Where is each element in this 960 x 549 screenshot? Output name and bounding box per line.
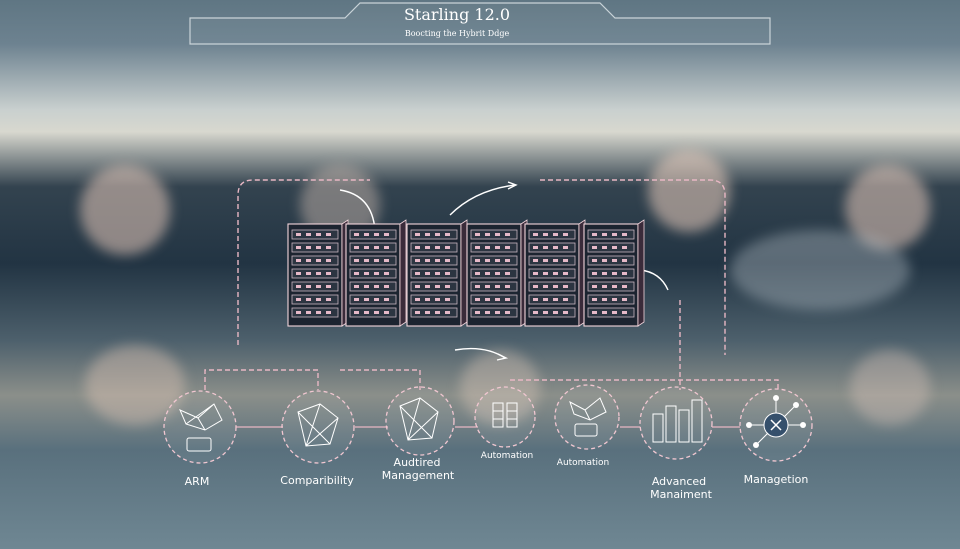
header-banner: Starling 12.0 Boocting the Hybrit Ddge xyxy=(189,2,771,45)
node-automation-1: Automation xyxy=(474,386,536,461)
server-rack xyxy=(583,219,645,327)
node-label: ARM xyxy=(185,475,210,488)
node-managetion: Managetion xyxy=(739,388,813,486)
page-subtitle: Boocting the Hybrit Ddge xyxy=(405,29,510,38)
diagram-canvas: Starling 12.0 Boocting the Hybrit Ddge A… xyxy=(163,2,813,501)
server-rack xyxy=(345,219,407,327)
node-label: Automation xyxy=(557,458,609,468)
node-label-line1: Advanced xyxy=(652,475,706,488)
node-automation-2: Automation xyxy=(554,384,620,468)
server-rack-array xyxy=(287,219,645,327)
server-rack xyxy=(406,219,468,327)
page-title: Starling 12.0 xyxy=(404,5,510,24)
node-label-line1: Audtired xyxy=(394,456,441,469)
node-advanced-management: Advanced Manaiment xyxy=(639,386,713,501)
server-rack xyxy=(287,219,349,327)
node-arm: ARM xyxy=(163,390,237,488)
node-audited-management: Audtired Management xyxy=(382,386,455,482)
server-rack xyxy=(466,219,528,327)
node-label-line2: Manaiment xyxy=(650,488,712,501)
server-rack xyxy=(524,219,586,327)
node-label: Managetion xyxy=(744,473,809,486)
node-label: Comparibility xyxy=(280,474,354,487)
node-label-line2: Management xyxy=(382,469,455,482)
node-comparibility: Comparibility xyxy=(280,390,355,487)
node-label: Automation xyxy=(481,451,533,461)
